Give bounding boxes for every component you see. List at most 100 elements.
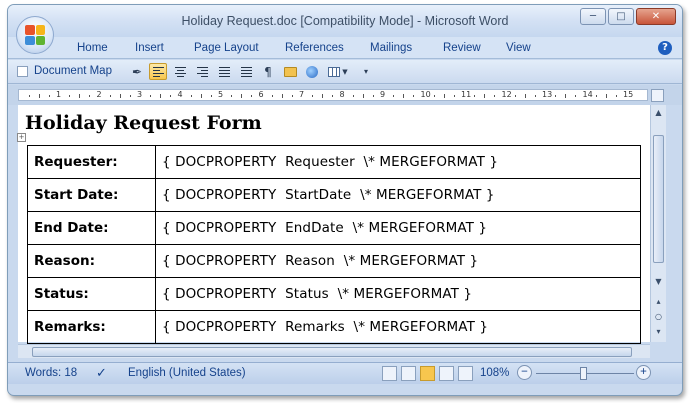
docproperty-field-code[interactable]: { DOCPROPERTY StartDate \* MERGEFORMAT } xyxy=(162,187,495,203)
previous-page-icon[interactable]: ▴ xyxy=(652,295,665,309)
title-bar: Holiday Request.doc [Compatibility Mode]… xyxy=(8,5,682,37)
docproperty-field-code[interactable]: { DOCPROPERTY Status \* MERGEFORMAT } xyxy=(162,286,472,302)
status-bar: Words: 18 ✓ English (United States) 108%… xyxy=(8,362,682,384)
zoom-slider-thumb[interactable] xyxy=(580,367,587,380)
field-label[interactable]: Status: xyxy=(27,277,156,311)
full-screen-reading-icon[interactable] xyxy=(401,366,416,381)
select-browse-object-icon[interactable]: ○ xyxy=(652,310,665,324)
zoom-out-icon[interactable]: − xyxy=(517,365,532,380)
draft-icon[interactable] xyxy=(458,366,473,381)
holiday-request-table[interactable]: Requester: { DOCPROPERTY Requester \* MER… xyxy=(27,145,641,344)
ruler-number: 7 xyxy=(299,90,305,99)
table-row[interactable]: Remarks: { DOCPROPERTY Remarks \* MERGEFO… xyxy=(27,310,641,344)
maximize-icon[interactable]: □ xyxy=(608,8,634,25)
next-page-icon[interactable]: ▾ xyxy=(652,325,665,339)
table-row[interactable]: Reason: { DOCPROPERTY Reason \* MERGEFORM… xyxy=(27,244,641,278)
table-row[interactable]: End Date: { DOCPROPERTY EndDate \* MERGEF… xyxy=(27,211,641,245)
zoom-level[interactable]: 108% xyxy=(480,367,509,379)
outline-icon[interactable] xyxy=(439,366,454,381)
field-code-cell[interactable]: { DOCPROPERTY Requester \* MERGEFORMAT } xyxy=(155,145,641,179)
align-left-icon[interactable] xyxy=(149,63,167,80)
docproperty-field-code[interactable]: { DOCPROPERTY Remarks \* MERGEFORMAT } xyxy=(162,319,488,335)
align-right-icon[interactable] xyxy=(193,63,211,80)
field-code-cell[interactable]: { DOCPROPERTY Remarks \* MERGEFORMAT } xyxy=(155,310,641,344)
office-button[interactable] xyxy=(16,16,54,54)
tab-view[interactable]: View xyxy=(506,42,531,54)
field-label[interactable]: Remarks: xyxy=(27,310,156,344)
horizontal-scrollbar[interactable] xyxy=(18,344,650,358)
table-row[interactable]: Status: { DOCPROPERTY Status \* MERGEFORM… xyxy=(27,277,641,311)
ruler-number: 14 xyxy=(582,90,593,99)
tab-references[interactable]: References xyxy=(285,42,344,54)
distributed-icon[interactable] xyxy=(237,63,255,80)
docproperty-field-code[interactable]: { DOCPROPERTY EndDate \* MERGEFORMAT } xyxy=(162,220,487,236)
close-icon[interactable]: ✕ xyxy=(636,8,676,25)
field-code-prefix: { DOCPROPERTY xyxy=(162,220,277,236)
ruler-tick xyxy=(595,95,597,97)
ruler-tick xyxy=(79,94,81,98)
field-code-cell[interactable]: { DOCPROPERTY Reason \* MERGEFORMAT } xyxy=(155,244,641,278)
ruler-tick xyxy=(605,94,607,98)
field-label[interactable]: Reason: xyxy=(27,244,156,278)
tab-home[interactable]: Home xyxy=(77,42,108,54)
ruler-number: 11 xyxy=(461,90,472,99)
help-icon[interactable]: ? xyxy=(658,41,672,55)
field-code-prefix: { DOCPROPERTY xyxy=(162,286,277,302)
table-icon[interactable]: ▼ xyxy=(325,63,351,80)
tab-review[interactable]: Review xyxy=(443,42,481,54)
ruler-number: 1 xyxy=(56,90,62,99)
document-title[interactable]: Holiday Request Form xyxy=(25,112,262,134)
horizontal-scroll-thumb[interactable] xyxy=(32,347,632,357)
docproperty-field-code[interactable]: { DOCPROPERTY Requester \* MERGEFORMAT } xyxy=(162,154,498,170)
customize-toolbar-icon[interactable]: ▾ xyxy=(357,63,375,80)
document-map-checkbox[interactable] xyxy=(17,66,28,77)
print-layout-icon[interactable] xyxy=(382,366,397,381)
vertical-scroll-thumb[interactable] xyxy=(653,135,664,263)
table-row[interactable]: Requester: { DOCPROPERTY Requester \* MER… xyxy=(27,145,641,179)
ruler-number: 13 xyxy=(542,90,553,99)
ruler-tick xyxy=(332,95,334,97)
scroll-up-icon[interactable]: ▲ xyxy=(652,106,665,120)
ruler-tick xyxy=(393,95,395,97)
format-painter-icon[interactable]: ✒ xyxy=(128,63,146,80)
field-code-cell[interactable]: { DOCPROPERTY EndDate \* MERGEFORMAT } xyxy=(155,211,641,245)
vertical-scrollbar[interactable]: ▲ ▼ ▴ ○ ▾ xyxy=(650,105,666,342)
field-code-cell[interactable]: { DOCPROPERTY Status \* MERGEFORMAT } xyxy=(155,277,641,311)
field-label[interactable]: End Date: xyxy=(27,211,156,245)
tab-insert[interactable]: Insert xyxy=(135,42,164,54)
ruler-tick xyxy=(433,95,435,97)
scroll-down-icon[interactable]: ▼ xyxy=(652,275,665,289)
show-marks-icon[interactable]: ¶ xyxy=(259,63,277,80)
ruler-tick xyxy=(28,95,30,97)
proofing-icon[interactable]: ✓ xyxy=(96,365,107,381)
table-move-handle-icon[interactable]: + xyxy=(17,133,26,142)
language-status[interactable]: English (United States) xyxy=(128,367,246,379)
field-label[interactable]: Start Date: xyxy=(27,178,156,212)
minimize-icon[interactable]: ─ xyxy=(580,8,606,25)
justify-icon[interactable] xyxy=(215,63,233,80)
web-layout-icon[interactable] xyxy=(420,366,435,381)
open-folder-icon[interactable] xyxy=(281,63,299,80)
align-center-icon[interactable] xyxy=(171,63,189,80)
field-code-suffix: \* MERGEFORMAT } xyxy=(353,319,489,335)
docproperty-field-code[interactable]: { DOCPROPERTY Reason \* MERGEFORMAT } xyxy=(162,253,478,269)
ruler-tick xyxy=(281,94,283,98)
field-label[interactable]: Requester: xyxy=(27,145,156,179)
tab-mailings[interactable]: Mailings xyxy=(370,42,412,54)
horizontal-ruler[interactable]: 1 2 3 4 5 6 7 8 9 10 11 12 13 14 15 xyxy=(18,89,648,101)
view-ruler-icon[interactable] xyxy=(651,89,664,102)
tab-page-layout[interactable]: Page Layout xyxy=(194,42,259,54)
field-property-name: Requester xyxy=(285,154,355,170)
ruler-number: 3 xyxy=(137,90,143,99)
globe-icon[interactable] xyxy=(303,63,321,80)
field-code-cell[interactable]: { DOCPROPERTY StartDate \* MERGEFORMAT } xyxy=(155,178,641,212)
zoom-in-icon[interactable]: + xyxy=(636,365,651,380)
ruler-tick xyxy=(352,95,354,97)
ruler-tick xyxy=(322,94,324,98)
word-count[interactable]: Words: 18 xyxy=(25,367,77,379)
table-row[interactable]: Start Date: { DOCPROPERTY StartDate \* ME… xyxy=(27,178,641,212)
ruler-tick xyxy=(403,94,405,98)
document-map-label[interactable]: Document Map xyxy=(34,65,112,77)
ruler-tick xyxy=(524,94,526,98)
ruler-number: 12 xyxy=(501,90,512,99)
